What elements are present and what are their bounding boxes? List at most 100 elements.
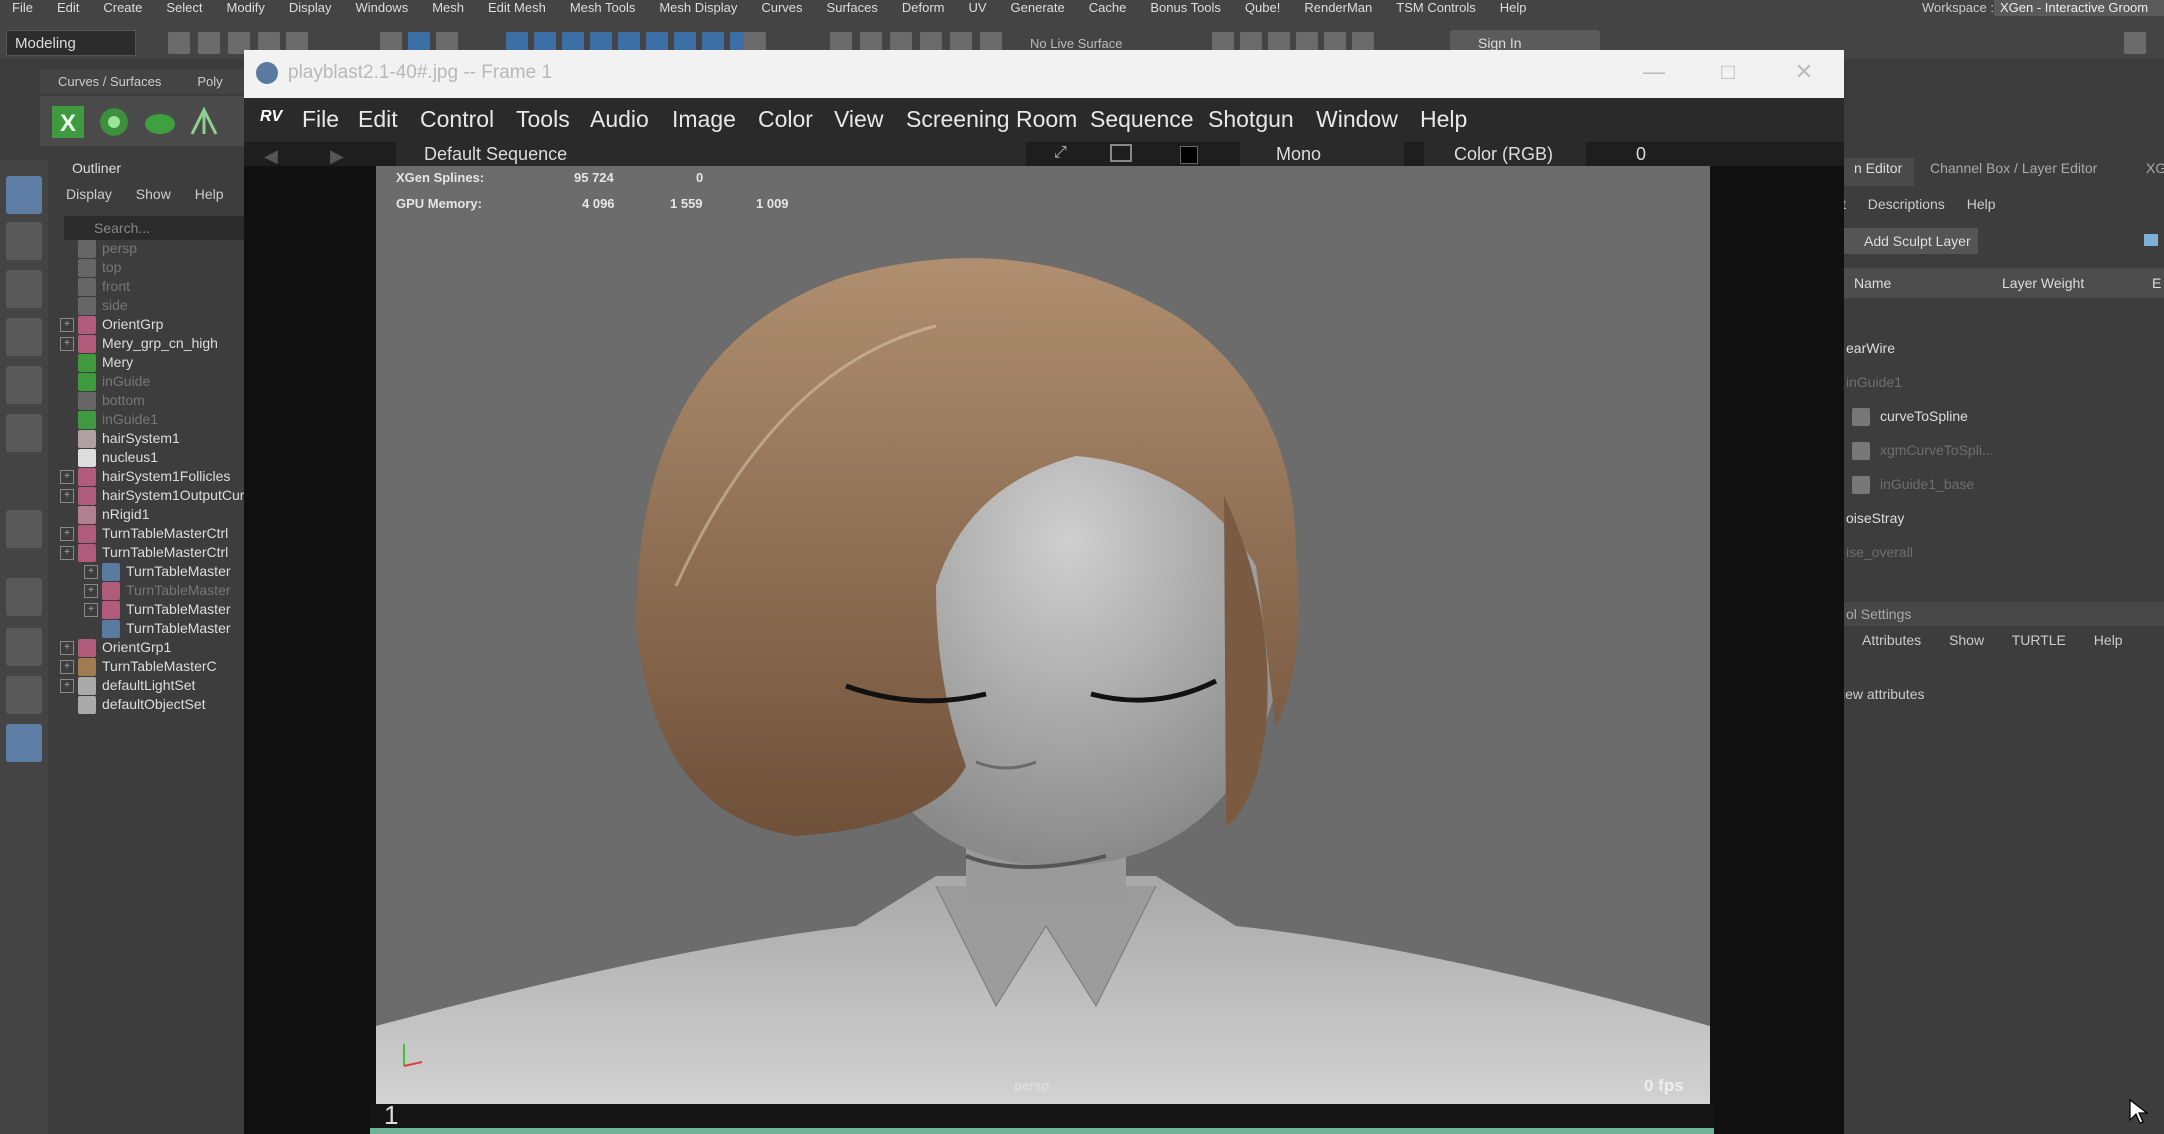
maya-menu-generate[interactable]: Generate: [999, 1, 1077, 15]
rv-menu-tools[interactable]: Tools: [516, 106, 570, 133]
rv-menu-edit[interactable]: Edit: [358, 106, 398, 133]
audio-volume-field[interactable]: 0: [1606, 142, 1646, 166]
outliner-layout-icon[interactable]: [6, 724, 42, 762]
sculpt-layer-row[interactable]: curveToSpline: [1852, 408, 1968, 427]
speaker-icon[interactable]: [2144, 234, 2158, 246]
ts-menu-attributes[interactable]: Attributes: [1862, 632, 1921, 648]
xgen-groom-icon[interactable]: [142, 104, 178, 140]
sculpt-layer-label: curveToSpline: [1880, 408, 1968, 424]
open-scene-icon[interactable]: [198, 32, 220, 54]
resize-icon[interactable]: ⤢: [1054, 144, 1067, 162]
col-e[interactable]: E: [2152, 275, 2161, 291]
sculpt-layer-row[interactable]: inGuide1: [1846, 374, 1902, 390]
rv-menu-sequence[interactable]: Sequence: [1090, 106, 1194, 133]
rv-menu-view[interactable]: View: [834, 106, 883, 133]
maya-menu-mesh-tools[interactable]: Mesh Tools: [558, 1, 648, 15]
back-arrow-icon[interactable]: ◀: [264, 146, 278, 167]
single-view-icon[interactable]: [6, 578, 42, 616]
bg-color-icon[interactable]: [1180, 146, 1198, 164]
tab-sculpt-editor[interactable]: n Editor: [1842, 158, 1915, 186]
lasso-tool-icon[interactable]: [6, 222, 42, 260]
maya-menu-mesh-display[interactable]: Mesh Display: [647, 1, 749, 15]
maya-menu-uv[interactable]: UV: [956, 1, 998, 15]
maya-menu-renderman[interactable]: RenderMan: [1292, 1, 1384, 15]
rv-menu-audio[interactable]: Audio: [590, 106, 649, 133]
maya-menu-edit-mesh[interactable]: Edit Mesh: [476, 1, 558, 15]
maya-menu-edit[interactable]: Edit: [45, 1, 91, 15]
toggle-panel-icon[interactable]: [2124, 32, 2146, 54]
maya-menu-modify[interactable]: Modify: [215, 1, 277, 15]
frame-icon[interactable]: [1110, 144, 1132, 162]
forward-arrow-icon[interactable]: ▶: [330, 146, 344, 167]
outliner-menu-display[interactable]: Display: [56, 184, 122, 204]
maya-menu-create[interactable]: Create: [91, 1, 154, 15]
ts-menu-help[interactable]: Help: [2094, 632, 2123, 648]
new-scene-icon[interactable]: [168, 32, 190, 54]
two-view-icon[interactable]: [6, 676, 42, 714]
maya-menu-bonus-tools[interactable]: Bonus Tools: [1138, 1, 1233, 15]
ts-menu-show[interactable]: Show: [1949, 632, 1984, 648]
outliner-title: Outliner: [72, 160, 122, 176]
xgen-preview-icon[interactable]: [96, 104, 132, 140]
rv-menu-image[interactable]: Image: [672, 106, 736, 133]
maximize-icon[interactable]: □: [1714, 58, 1742, 86]
sculpt-layer-row[interactable]: inGuide1_base: [1852, 476, 1974, 495]
minimize-icon[interactable]: —: [1640, 58, 1668, 86]
rv-menu-help[interactable]: Help: [1420, 106, 1467, 133]
scale-tool-icon[interactable]: [6, 414, 42, 452]
channel-dropdown[interactable]: Color (RGB): [1424, 142, 1586, 166]
move-tool-icon[interactable]: [6, 318, 42, 356]
close-icon[interactable]: ✕: [1790, 58, 1818, 86]
maya-menu-select[interactable]: Select: [154, 1, 214, 15]
rv-menu-color[interactable]: Color: [758, 106, 813, 133]
outliner-item-label: inGuide: [102, 373, 151, 389]
rv-menu-control[interactable]: Control: [420, 106, 494, 133]
maya-menu-tsm-controls[interactable]: TSM Controls: [1384, 1, 1487, 15]
timeline-range-bar[interactable]: [370, 1128, 1714, 1134]
four-view-icon[interactable]: [6, 628, 42, 666]
tab-xgen[interactable]: XG: [2146, 160, 2164, 176]
rv-menu-screening-room[interactable]: Screening Room: [906, 106, 1077, 133]
shelf-tab[interactable]: Curves / Surfaces: [40, 70, 179, 93]
sculpt-layer-row[interactable]: oiseStray: [1846, 510, 1904, 526]
maya-menu-surfaces[interactable]: Surfaces: [815, 1, 890, 15]
rotate-tool-icon[interactable]: [6, 366, 42, 404]
stereo-mode-dropdown[interactable]: Mono: [1240, 142, 1404, 166]
maya-menu-cache[interactable]: Cache: [1077, 1, 1139, 15]
maya-menu-help[interactable]: Help: [1488, 1, 1539, 15]
xgen-guides-icon[interactable]: [186, 104, 222, 140]
maya-menu-deform[interactable]: Deform: [890, 1, 957, 15]
shelf-tab[interactable]: Poly: [179, 70, 240, 93]
sculpt-layer-row[interactable]: ise_overall: [1846, 544, 1913, 560]
sculpt-menu-help[interactable]: Help: [1967, 196, 1996, 212]
xgen-sculpt-tool-icon[interactable]: [6, 510, 42, 548]
tab-channel-box[interactable]: Channel Box / Layer Editor: [1930, 160, 2097, 176]
outliner-menu-help[interactable]: Help: [185, 184, 234, 204]
select-tool-icon[interactable]: [6, 176, 42, 214]
maya-menu-display[interactable]: Display: [277, 1, 344, 15]
sculpt-menu-descriptions[interactable]: Descriptions: [1868, 196, 1945, 212]
col-name[interactable]: Name: [1854, 275, 1891, 291]
workspace-dropdown[interactable]: XGen - Interactive Groom: [1994, 0, 2164, 16]
xgen-icon[interactable]: X: [50, 104, 86, 140]
rv-menu-file[interactable]: File: [302, 106, 339, 133]
maya-menu-mesh[interactable]: Mesh: [420, 1, 476, 15]
maya-menu-file[interactable]: File: [0, 1, 45, 15]
ts-menu-turtle[interactable]: TURTLE: [2012, 632, 2066, 648]
rv-menu-window[interactable]: Window: [1316, 106, 1398, 133]
view-attributes-link[interactable]: iew attributes: [1842, 686, 1924, 702]
sequence-dropdown[interactable]: Default Sequence: [396, 142, 1026, 166]
sculpt-layer-row[interactable]: earWire: [1846, 340, 1895, 356]
paint-select-tool-icon[interactable]: [6, 270, 42, 308]
add-sculpt-layer-button[interactable]: Add Sculpt Layer: [1842, 228, 1978, 254]
maya-menu-qube-[interactable]: Qube!: [1233, 1, 1292, 15]
rv-menu-shotgun[interactable]: Shotgun: [1208, 106, 1294, 133]
maya-menu-windows[interactable]: Windows: [343, 1, 420, 15]
maya-menu-curves[interactable]: Curves: [749, 1, 814, 15]
col-layer-weight[interactable]: Layer Weight: [2002, 275, 2084, 291]
outliner-item[interactable]: defaultObjectSet: [60, 692, 246, 716]
live-surface-field[interactable]: No Live Surface: [1030, 36, 1123, 51]
mode-dropdown[interactable]: Modeling: [6, 30, 136, 56]
sculpt-layer-row[interactable]: xgmCurveToSpli...: [1852, 442, 1994, 461]
outliner-menu-show[interactable]: Show: [126, 184, 181, 204]
